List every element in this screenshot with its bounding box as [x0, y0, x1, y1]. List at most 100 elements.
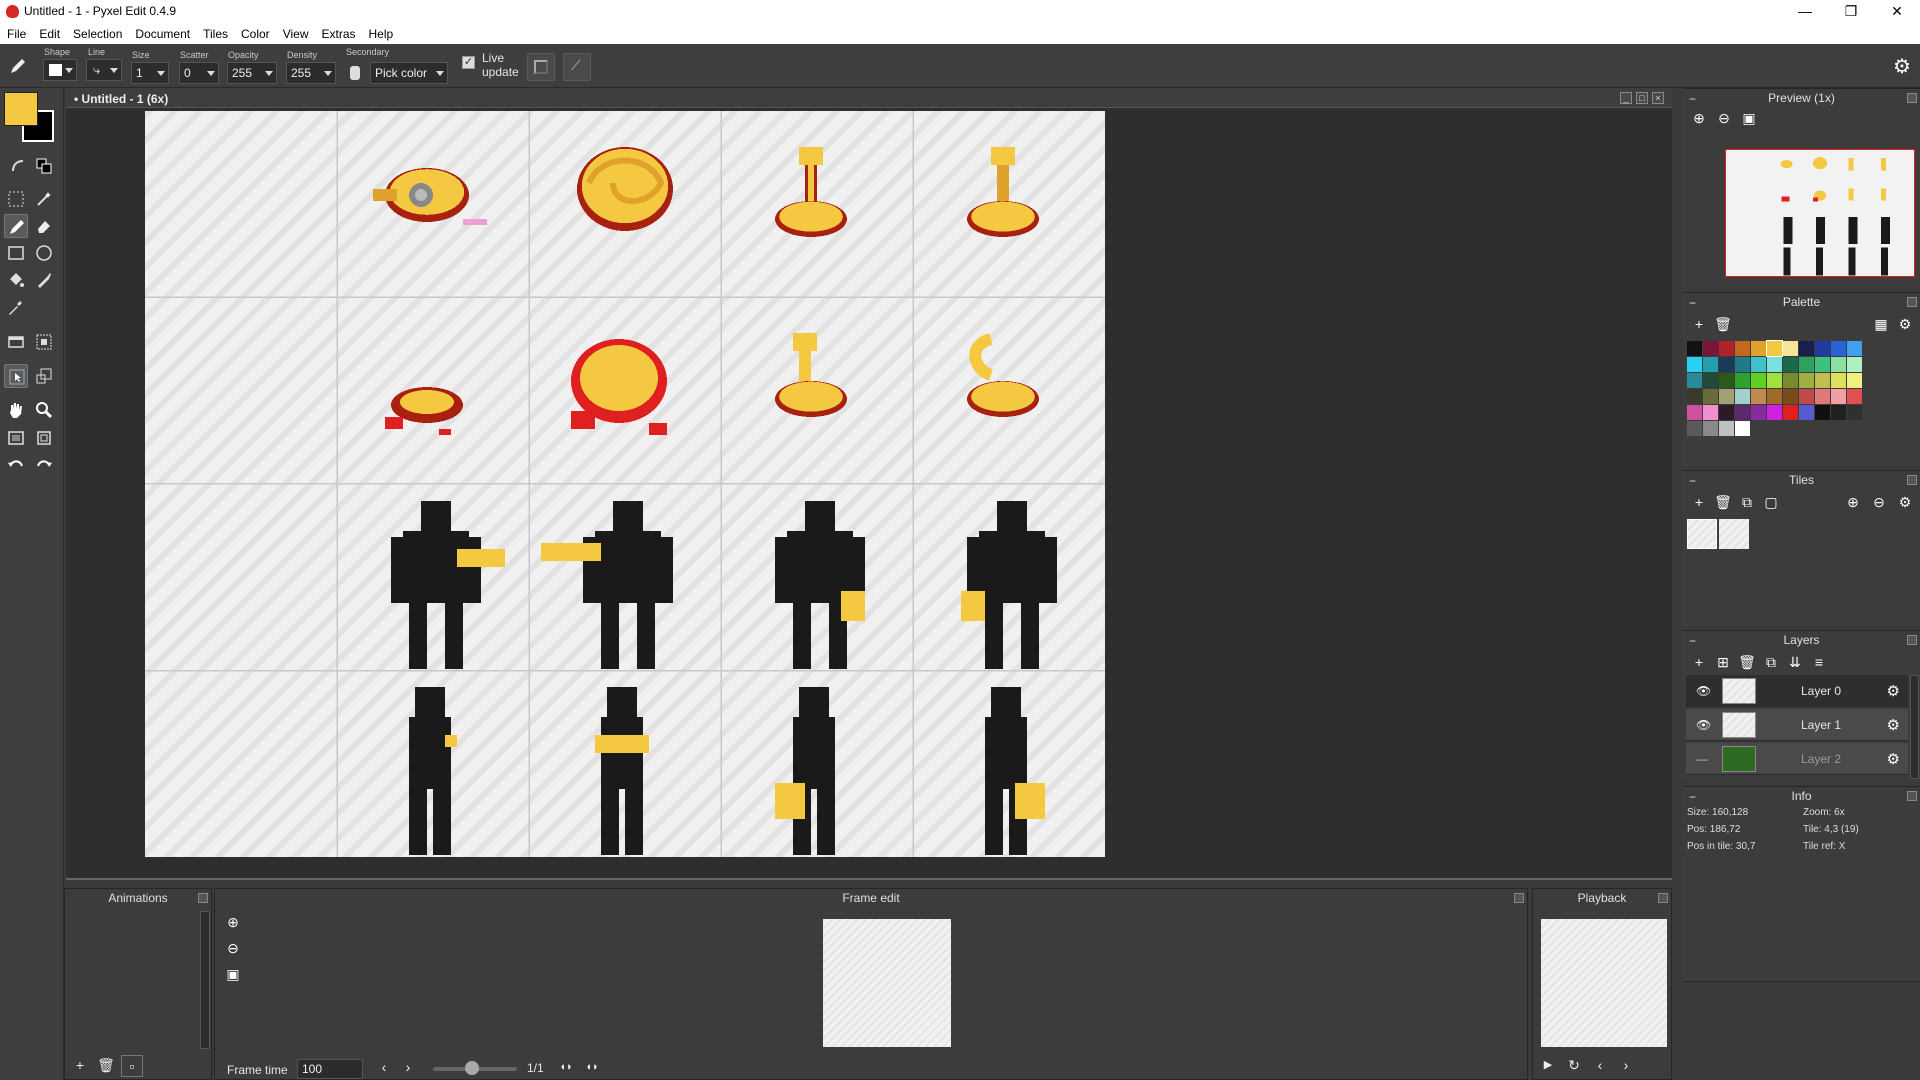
palette-swatch[interactable]: [1719, 421, 1734, 436]
palette-swatch[interactable]: [1847, 405, 1862, 420]
tile-select-tool[interactable]: [32, 330, 56, 354]
tiles-collapse-button[interactable]: −: [1689, 474, 1696, 488]
tile-thumb-1[interactable]: [1719, 519, 1749, 549]
document-tab[interactable]: • Untitled - 1 (6x) _ □ ×: [66, 88, 1672, 108]
play-button[interactable]: ▶: [1537, 1055, 1559, 1077]
hand-tool[interactable]: [4, 398, 28, 422]
tiles-add-button[interactable]: +: [1689, 493, 1709, 513]
layer-properties-button[interactable]: ≡: [1809, 653, 1829, 673]
menu-selection[interactable]: Selection: [66, 24, 128, 41]
hidden-eye-icon[interactable]: —: [1696, 752, 1708, 766]
palette-swatch[interactable]: [1751, 405, 1766, 420]
palette-swatch[interactable]: [1751, 389, 1766, 404]
palette-swatch[interactable]: [1831, 389, 1846, 404]
next-frame-button[interactable]: ›: [397, 1057, 419, 1079]
frame-zoom-out-button[interactable]: ⊖: [223, 939, 243, 959]
palette-swatch[interactable]: [1831, 341, 1846, 356]
menu-extras[interactable]: Extras: [314, 24, 361, 41]
tiles-grid-button[interactable]: ▢: [1761, 493, 1781, 513]
density-select[interactable]: 255: [286, 62, 336, 84]
playback-next-button[interactable]: ›: [1615, 1055, 1637, 1077]
eyedropper-tool[interactable]: [4, 295, 28, 319]
palette-swatch[interactable]: [1751, 357, 1766, 372]
layer-add-button[interactable]: +: [1689, 653, 1709, 673]
palette-collapse-button[interactable]: −: [1689, 296, 1696, 310]
pixel-perfect-button[interactable]: [527, 53, 555, 81]
animation-select-button[interactable]: ▫: [121, 1055, 143, 1077]
palette-swatch[interactable]: [1783, 341, 1798, 356]
preview-zoom-in-button[interactable]: ⊕: [1689, 109, 1709, 129]
layer-settings-gear-icon[interactable]: ⚙: [1887, 716, 1900, 734]
pen-tool[interactable]: [4, 214, 28, 238]
palette-swatch[interactable]: [1767, 389, 1782, 404]
frame-fit-button[interactable]: ▣: [223, 965, 243, 985]
size-select[interactable]: 1: [131, 62, 169, 84]
palette-swatch[interactable]: [1687, 357, 1702, 372]
settings-gear-icon[interactable]: ⚙: [1893, 54, 1911, 79]
zoom-tool[interactable]: [32, 398, 56, 422]
ellipse-tool[interactable]: [32, 241, 56, 265]
menu-file[interactable]: File: [0, 24, 32, 41]
tile-transform-tool[interactable]: [32, 364, 56, 388]
palette-swatch[interactable]: [1687, 389, 1702, 404]
magic-wand-tool[interactable]: [32, 187, 56, 211]
doc-close-button[interactable]: ×: [1652, 92, 1664, 104]
palette-swatch[interactable]: [1815, 389, 1830, 404]
redo-button[interactable]: [32, 454, 56, 478]
palette-swatch[interactable]: [1831, 405, 1846, 420]
doc-maximize-button[interactable]: □: [1636, 92, 1648, 104]
palette-swatch[interactable]: [1767, 357, 1782, 372]
tiles-zoom-out-button[interactable]: ⊖: [1869, 493, 1889, 513]
animations-pin-button[interactable]: [198, 893, 208, 903]
palette-swatch[interactable]: [1719, 389, 1734, 404]
preview-pin-button[interactable]: [1907, 93, 1917, 103]
palette-swatch[interactable]: [1735, 341, 1750, 356]
opacity-select[interactable]: 255: [227, 62, 277, 84]
secondary-select[interactable]: Pick color: [370, 62, 448, 84]
palette-swatch[interactable]: [1799, 405, 1814, 420]
menu-tiles[interactable]: Tiles: [196, 24, 234, 41]
layer-row[interactable]: 👁 Layer 0 ⚙: [1686, 675, 1908, 707]
palette-swatch[interactable]: [1831, 357, 1846, 372]
close-button[interactable]: ✕: [1874, 0, 1920, 24]
palette-swatch[interactable]: [1847, 389, 1862, 404]
preview-zoom-out-button[interactable]: ⊖: [1714, 109, 1734, 129]
playback-pin-button[interactable]: [1658, 893, 1668, 903]
tile-reference-tool[interactable]: [4, 364, 28, 388]
palette-swatch[interactable]: [1751, 341, 1766, 356]
doc-resize-handle[interactable]: [66, 878, 1672, 880]
palette-swatch[interactable]: [1735, 357, 1750, 372]
palette-swatch[interactable]: [1687, 341, 1702, 356]
frame-tool[interactable]: [4, 426, 28, 450]
palette-swatch[interactable]: [1847, 357, 1862, 372]
palette-swatch[interactable]: [1815, 373, 1830, 388]
layer-delete-button[interactable]: 🗑: [1737, 653, 1757, 673]
tiles-pin-button[interactable]: [1907, 475, 1917, 485]
swap-colors-button[interactable]: [6, 154, 30, 178]
fill-bucket-tool[interactable]: [4, 268, 28, 292]
palette-swatch[interactable]: [1719, 341, 1734, 356]
playback-prev-button[interactable]: ‹: [1589, 1055, 1611, 1077]
palette-swatch[interactable]: [1687, 405, 1702, 420]
eraser-tool[interactable]: [32, 214, 56, 238]
crop-tool[interactable]: [32, 426, 56, 450]
layer-settings-gear-icon[interactable]: ⚙: [1887, 750, 1900, 768]
layer-merge-down-button[interactable]: ⇊: [1785, 653, 1805, 673]
palette-swatch[interactable]: [1703, 421, 1718, 436]
frame-edit-pin-button[interactable]: [1514, 893, 1524, 903]
palette-swatch[interactable]: [1735, 421, 1750, 436]
tiles-duplicate-button[interactable]: ⧉: [1737, 493, 1757, 513]
frame-zoom-in-button[interactable]: ⊕: [223, 913, 243, 933]
palette-add-button[interactable]: +: [1689, 315, 1709, 335]
brush-tool[interactable]: [32, 268, 56, 292]
layers-pin-button[interactable]: [1907, 635, 1917, 645]
minimize-button[interactable]: —: [1782, 0, 1828, 24]
palette-swatch[interactable]: [1719, 373, 1734, 388]
eye-icon[interactable]: 👁: [1696, 684, 1711, 698]
onion-skin-next-button[interactable]: ◖◗: [581, 1057, 603, 1079]
layers-scrollbar[interactable]: [1910, 675, 1919, 779]
palette-swatch[interactable]: [1831, 373, 1846, 388]
palette-swatch[interactable]: [1767, 373, 1782, 388]
palette-swatch[interactable]: [1703, 389, 1718, 404]
palette-swatch[interactable]: [1783, 357, 1798, 372]
